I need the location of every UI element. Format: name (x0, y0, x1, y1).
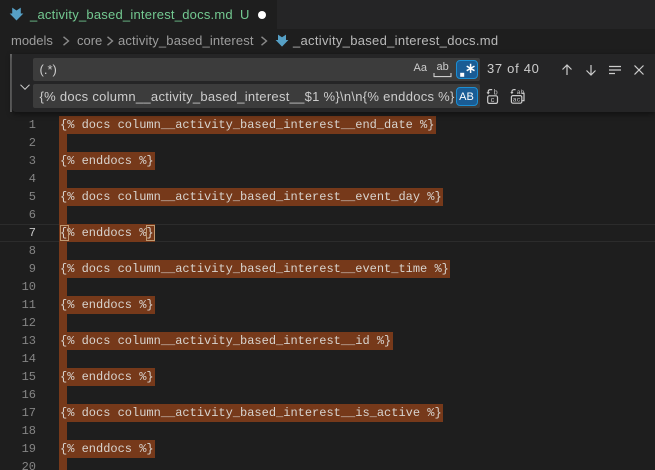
svg-text:ac: ac (513, 97, 521, 104)
svg-text:c: c (491, 97, 495, 104)
